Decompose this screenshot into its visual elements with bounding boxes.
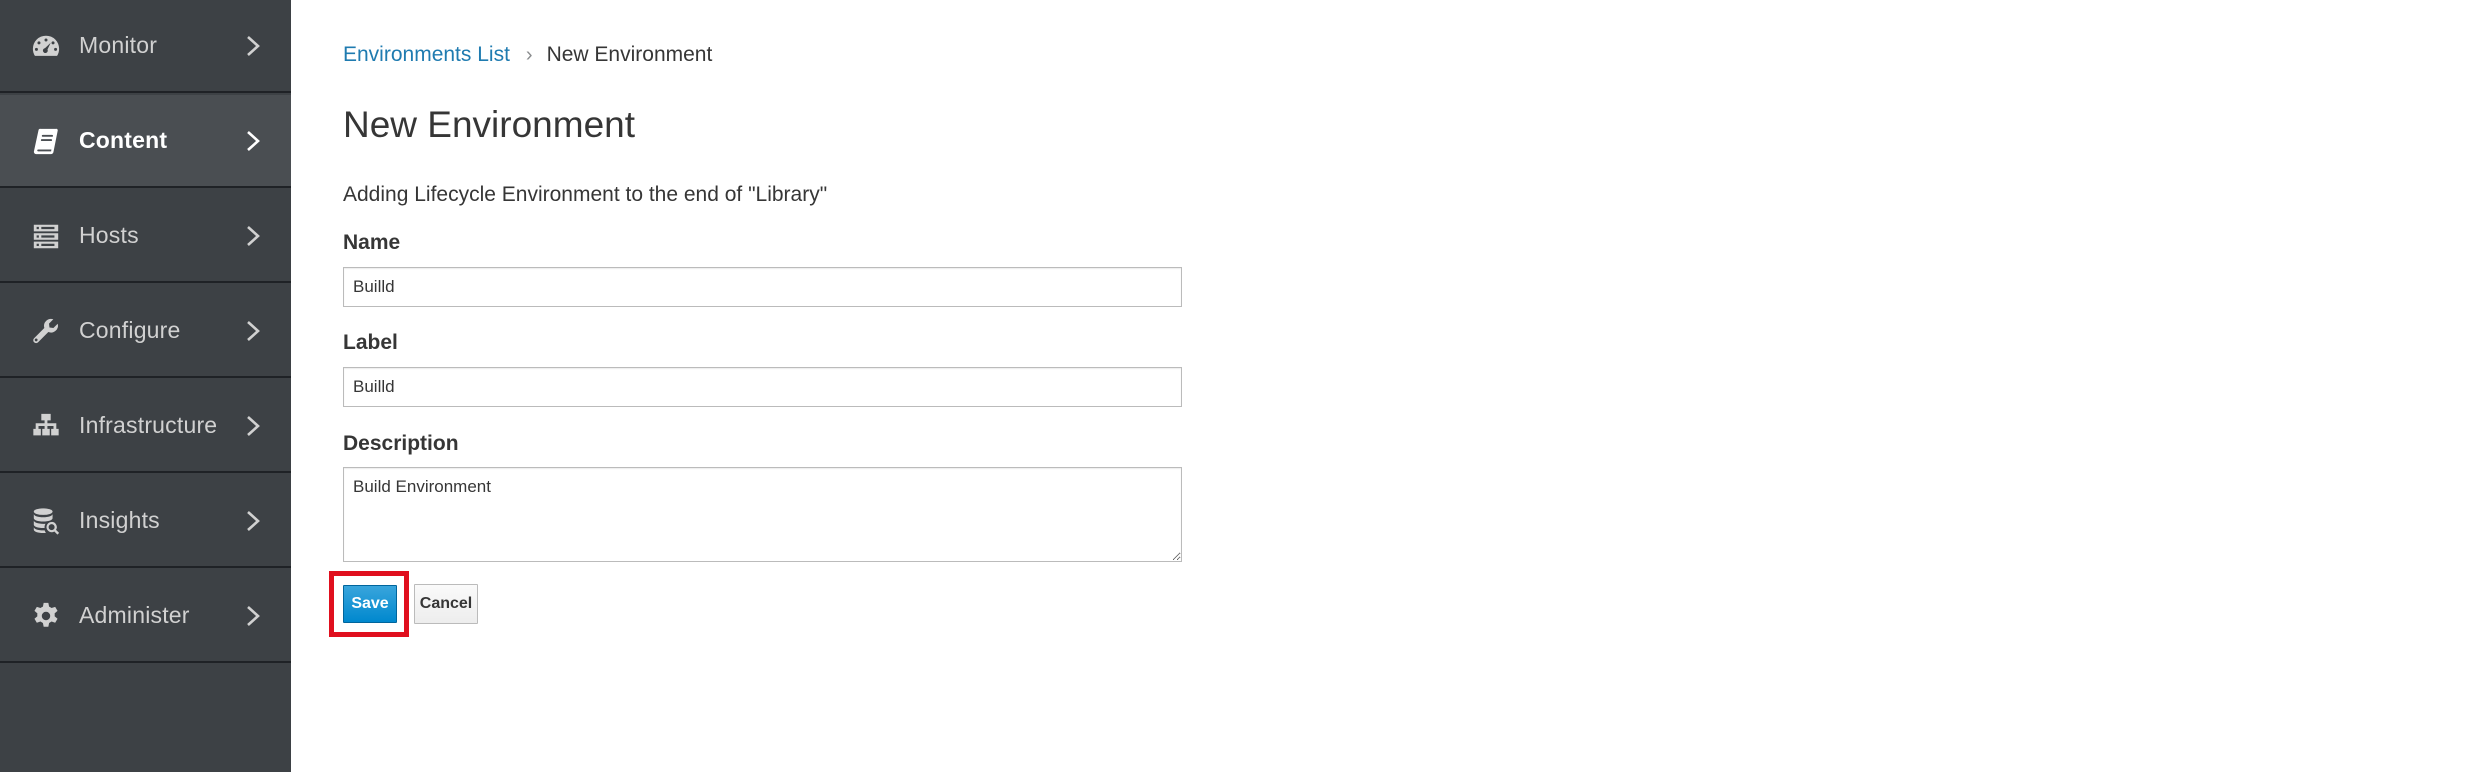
network-icon <box>30 410 62 442</box>
sidebar-item-label: Monitor <box>79 32 158 58</box>
description-label: Description <box>343 432 459 455</box>
book-icon <box>30 125 62 157</box>
gear-icon <box>30 600 62 632</box>
chevron-right-icon <box>244 224 262 248</box>
sidebar-nav: Monitor Content Hosts Configure Infrastr… <box>0 0 291 772</box>
cancel-button[interactable]: Cancel <box>414 584 478 624</box>
database-search-icon <box>30 505 62 537</box>
chevron-right-icon <box>244 604 262 628</box>
chevron-right-icon <box>244 414 262 438</box>
page-subtitle: Adding Lifecycle Environment to the end … <box>343 183 828 206</box>
page-title: New Environment <box>343 104 636 145</box>
main-content: Environments List › New Environment New … <box>291 0 2466 772</box>
chevron-right-icon <box>244 319 262 343</box>
sidebar-item-label: Infrastructure <box>79 412 218 438</box>
sidebar-item-monitor[interactable]: Monitor <box>0 0 291 93</box>
sidebar-item-infrastructure[interactable]: Infrastructure <box>0 380 291 473</box>
sidebar-item-hosts[interactable]: Hosts <box>0 190 291 283</box>
name-label: Name <box>343 231 401 254</box>
sidebar-item-label: Insights <box>79 507 160 533</box>
sidebar-item-configure[interactable]: Configure <box>0 285 291 378</box>
name-field[interactable] <box>343 267 1182 307</box>
sidebar-item-label: Administer <box>79 602 190 628</box>
label-label: Label <box>343 331 398 354</box>
server-icon <box>30 220 62 252</box>
sidebar-item-content[interactable]: Content <box>0 95 291 188</box>
breadcrumb-separator: › <box>525 43 533 66</box>
wrench-icon <box>30 315 62 347</box>
sidebar-item-insights[interactable]: Insights <box>0 475 291 568</box>
sidebar-item-label: Hosts <box>79 222 139 248</box>
breadcrumb-link-environments-list[interactable]: Environments List <box>343 43 510 67</box>
sidebar-item-label: Configure <box>79 317 181 343</box>
dashboard-gauge-icon <box>30 30 62 62</box>
description-field[interactable]: Build Environment <box>343 467 1182 562</box>
label-field[interactable] <box>343 367 1182 407</box>
chevron-right-icon <box>244 509 262 533</box>
breadcrumb-current: New Environment <box>546 43 713 66</box>
chevron-right-icon <box>244 129 262 153</box>
chevron-right-icon <box>244 34 262 58</box>
sidebar-item-label: Content <box>79 127 168 153</box>
save-button[interactable]: Save <box>343 585 397 623</box>
sidebar-item-administer[interactable]: Administer <box>0 570 291 663</box>
breadcrumb: Environments List › New Environment <box>343 40 712 70</box>
